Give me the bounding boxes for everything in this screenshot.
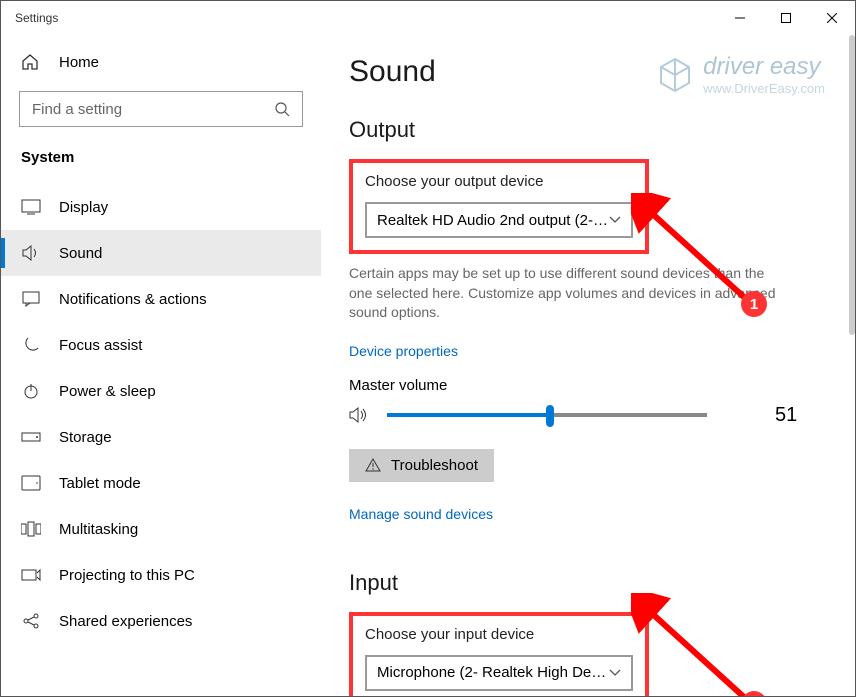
search-icon [275,102,290,117]
sidebar-item-tablet-mode[interactable]: Tablet mode [1,460,321,506]
sidebar-item-label: Tablet mode [59,475,141,492]
output-section-title: Output [349,117,815,143]
search-input-container[interactable] [19,91,303,127]
scrollbar[interactable] [849,35,855,335]
sidebar-item-multitasking[interactable]: Multitasking [1,506,321,552]
sidebar-item-notifications[interactable]: Notifications & actions [1,276,321,322]
sound-icon [21,243,41,263]
cube-icon [655,55,695,95]
home-link[interactable]: Home [1,45,321,79]
content-pane: driver easy www.DriverEasy.com Sound Out… [321,35,855,696]
input-device-dropdown[interactable]: Microphone (2- Realtek High Definit... [365,655,633,691]
volume-value: 51 [775,404,797,427]
storage-icon [21,427,41,447]
speaker-icon[interactable] [349,406,369,424]
troubleshoot-label: Troubleshoot [391,457,478,474]
device-properties-link[interactable]: Device properties [349,343,458,359]
sidebar-group-label: System [1,147,321,184]
annotation-arrow-2 [631,593,771,696]
power-icon [21,381,41,401]
volume-slider[interactable] [387,413,707,417]
search-input[interactable] [32,101,275,118]
focus-assist-icon [21,335,41,355]
close-button[interactable] [809,1,855,35]
chevron-down-icon [609,669,621,677]
sidebar-item-label: Sound [59,245,102,262]
output-help-text: Certain apps may be set up to use differ… [349,264,789,323]
sidebar-item-storage[interactable]: Storage [1,414,321,460]
window-controls [717,1,855,35]
sidebar-item-projecting[interactable]: Projecting to this PC [1,552,321,598]
window-title: Settings [15,11,58,25]
home-label: Home [59,54,99,71]
display-icon [21,197,41,217]
projecting-icon [21,565,41,585]
input-section-title: Input [349,570,815,596]
manage-sound-devices-link[interactable]: Manage sound devices [349,506,493,522]
warning-icon [365,458,381,472]
watermark: driver easy www.DriverEasy.com [655,53,825,96]
volume-thumb[interactable] [546,405,554,427]
tablet-icon [21,473,41,493]
chevron-down-icon [609,216,621,224]
output-device-dropdown[interactable]: Realtek HD Audio 2nd output (2- Re... [365,202,633,238]
notifications-icon [21,289,41,309]
master-volume-label: Master volume [349,377,815,394]
shared-icon [21,611,41,631]
sidebar-item-shared-experiences[interactable]: Shared experiences [1,598,321,644]
input-device-selected: Microphone (2- Realtek High Definit... [377,664,609,681]
home-icon [21,53,41,71]
troubleshoot-button[interactable]: Troubleshoot [349,449,494,482]
sidebar-item-label: Projecting to this PC [59,567,195,584]
sidebar: Home System Display Sound Notifications … [1,35,321,696]
output-device-selected: Realtek HD Audio 2nd output (2- Re... [377,212,609,229]
sidebar-item-label: Shared experiences [59,613,192,630]
sidebar-item-label: Multitasking [59,521,138,538]
maximize-button[interactable] [763,1,809,35]
multitasking-icon [21,519,41,539]
sidebar-item-label: Power & sleep [59,383,156,400]
sidebar-item-power-sleep[interactable]: Power & sleep [1,368,321,414]
input-device-label: Choose your input device [365,626,633,643]
input-highlight-box: Choose your input device Microphone (2- … [349,612,649,696]
output-device-label: Choose your output device [365,173,633,190]
minimize-button[interactable] [717,1,763,35]
watermark-line1: driver easy [703,53,825,81]
annotation-badge-2: 2 [741,691,767,696]
sidebar-item-label: Display [59,199,108,216]
master-volume-row: 51 [349,404,815,427]
watermark-line2: www.DriverEasy.com [703,81,825,96]
sidebar-item-display[interactable]: Display [1,184,321,230]
titlebar: Settings [1,1,855,35]
sidebar-item-label: Focus assist [59,337,142,354]
sidebar-item-sound[interactable]: Sound [1,230,321,276]
sidebar-item-label: Storage [59,429,112,446]
sidebar-item-label: Notifications & actions [59,291,207,308]
sidebar-item-focus-assist[interactable]: Focus assist [1,322,321,368]
output-highlight-box: Choose your output device Realtek HD Aud… [349,159,649,254]
